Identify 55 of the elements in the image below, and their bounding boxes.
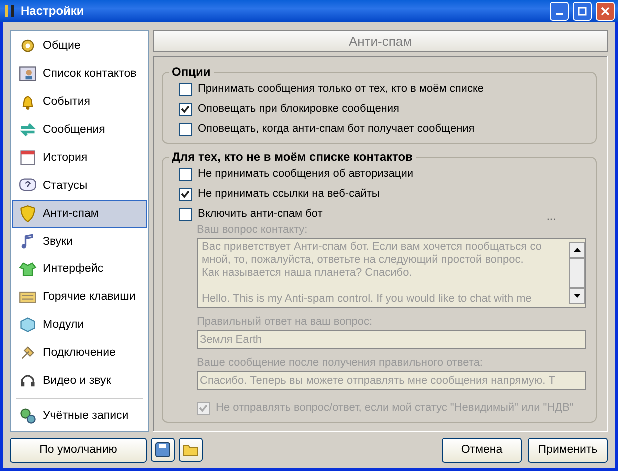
checkbox[interactable] bbox=[179, 188, 192, 200]
panel-title: Анти-спам bbox=[153, 30, 608, 52]
checkbox-label[interactable]: Оповещать, когда анти-спам бот получает сообщения bbox=[198, 123, 475, 135]
checkbox[interactable] bbox=[179, 102, 192, 116]
sidebar-item[interactable]: Звуки bbox=[12, 228, 147, 256]
dialog-button[interactable]: Применить bbox=[528, 438, 608, 462]
checkbox[interactable] bbox=[179, 82, 192, 96]
dialog-button[interactable]: Отмена bbox=[442, 438, 522, 462]
down-arrow-icon[interactable] bbox=[574, 294, 580, 298]
close-icon bbox=[601, 6, 610, 16]
default-button[interactable]: По умолчанию bbox=[10, 438, 147, 462]
field-label: Ваше сообщение после получения правильного ответа: bbox=[197, 357, 484, 369]
more-button[interactable]: ... bbox=[546, 210, 556, 224]
shirt-icon bbox=[19, 260, 37, 278]
checkbox-label[interactable]: Не принимать ссылки на веб-сайты bbox=[198, 188, 380, 200]
checkbox[interactable] bbox=[179, 168, 192, 180]
minimize-icon bbox=[556, 13, 563, 15]
sidebar-item[interactable]: Список контактов bbox=[12, 60, 147, 88]
sidebar-item[interactable]: Статусы bbox=[12, 172, 147, 200]
up-arrow-icon[interactable] bbox=[574, 248, 580, 252]
contact-card-icon bbox=[19, 64, 37, 83]
shield-icon bbox=[19, 204, 37, 223]
sidebar-item[interactable]: История bbox=[12, 144, 147, 172]
group-title: Опции bbox=[171, 65, 212, 79]
checkbox-label[interactable]: Принимать сообщения только от тех, кто в моём списке bbox=[198, 83, 484, 95]
checkbox[interactable] bbox=[179, 208, 192, 220]
field-label: Ваш вопрос контакту: bbox=[197, 224, 309, 236]
sidebar-item[interactable]: События bbox=[12, 88, 147, 116]
checkbox[interactable] bbox=[179, 122, 192, 136]
sidebar-item[interactable]: Горячие клавиши bbox=[12, 283, 147, 312]
folder-icon bbox=[183, 443, 199, 457]
folder-button[interactable] bbox=[179, 438, 203, 462]
close-button[interactable] bbox=[596, 2, 615, 20]
app-icon bbox=[3, 3, 17, 19]
sidebar-item[interactable]: Видео и звук bbox=[12, 367, 147, 396]
window-title: Настройки bbox=[21, 4, 86, 18]
sidebar-item[interactable]: Интерфейс bbox=[12, 256, 147, 284]
field-label: Правильный ответ на ваш вопрос: bbox=[197, 316, 374, 328]
checkbox-label[interactable]: Оповещать при блокировке сообщения bbox=[198, 103, 400, 115]
cube-icon bbox=[19, 316, 37, 334]
disk-button[interactable] bbox=[151, 438, 175, 462]
maximize-button[interactable] bbox=[573, 2, 592, 20]
arrows-icon bbox=[19, 120, 37, 139]
sidebar-item[interactable]: Учётные записи bbox=[12, 402, 147, 430]
sidebar-item[interactable]: Подключение bbox=[12, 339, 147, 368]
sidebar-item[interactable]: Общие bbox=[12, 32, 147, 60]
group-title: Для тех, кто не в моём списке контактов bbox=[171, 150, 414, 164]
checkbox-label[interactable]: Включить анти-спам бот bbox=[198, 208, 323, 220]
sidebar-item[interactable]: Сообщения bbox=[12, 116, 147, 144]
sidebar-item[interactable]: Анти-спам bbox=[12, 200, 147, 228]
maximize-icon bbox=[578, 6, 587, 16]
calendar-icon bbox=[19, 148, 37, 167]
minimize-button[interactable] bbox=[550, 2, 569, 20]
sidebar-item[interactable]: Модули bbox=[12, 311, 147, 340]
checkbox-label[interactable]: Не принимать сообщения об авторизации bbox=[198, 168, 414, 180]
